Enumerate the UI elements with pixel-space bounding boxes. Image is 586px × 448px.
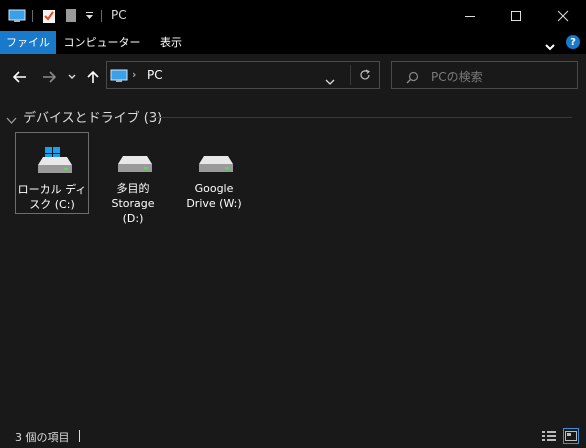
drive-icon [118, 156, 152, 172]
title-bar: PC [0, 0, 586, 31]
title-separator [32, 10, 33, 22]
refresh-button[interactable] [350, 65, 379, 85]
item-count: 3 個の項目 [15, 431, 70, 444]
properties-icon[interactable] [40, 0, 58, 31]
search-icon [406, 69, 419, 88]
tab-file[interactable]: ファイル [0, 31, 56, 54]
maximize-button[interactable] [493, 0, 539, 31]
forward-button[interactable] [39, 66, 59, 88]
drive-item-c[interactable]: ローカル ディ スク (C:) [15, 132, 89, 214]
up-button[interactable] [84, 66, 102, 88]
explorer-window: PC ファイル コンピューター 表示 ? › PC PCの検索 デバイスとドライ… [0, 0, 586, 448]
drive-icon [199, 156, 233, 172]
drive-label-line: ローカル ディ [17, 183, 87, 196]
back-button[interactable] [10, 66, 30, 88]
search-placeholder: PCの検索 [431, 70, 483, 84]
recent-locations-icon[interactable] [66, 66, 78, 88]
drive-label-line: (D:) [122, 212, 144, 225]
status-bar: 3 個の項目 [0, 425, 586, 448]
drive-label-line: スク (C:) [29, 198, 75, 211]
breadcrumb-pc[interactable]: PC [147, 68, 163, 82]
drive-label-line: 多目的 [116, 182, 150, 195]
drive-item-d[interactable]: 多目的 Storage (D:) [96, 132, 170, 225]
drive-label: Google Drive (W:) [177, 181, 251, 211]
breadcrumb-chevron-icon[interactable]: › [132, 68, 136, 81]
address-bar[interactable]: › PC [106, 61, 380, 89]
window-title: PC [111, 8, 127, 22]
drive-label: ローカル ディ スク (C:) [16, 182, 88, 212]
group-divider [150, 117, 572, 118]
details-view-icon [542, 431, 556, 441]
close-button[interactable] [540, 0, 586, 31]
search-box[interactable]: PCの検索 [391, 61, 578, 89]
status-separator [79, 430, 80, 442]
refresh-icon [360, 69, 371, 80]
details-view-button[interactable] [541, 428, 557, 444]
pc-icon [110, 68, 128, 87]
group-header[interactable]: デバイスとドライブ (3) [23, 107, 162, 126]
quick-access-dropdown-icon[interactable] [82, 0, 96, 31]
new-folder-icon[interactable] [63, 0, 79, 31]
address-history-dropdown-icon[interactable] [325, 71, 335, 90]
ribbon-bar: ファイル コンピューター 表示 ? [0, 31, 586, 54]
large-icons-view-button[interactable] [563, 428, 579, 444]
drive-label-line: Google [194, 182, 234, 195]
windows-drive-icon [38, 147, 72, 173]
minimize-button[interactable] [447, 0, 493, 31]
pc-icon[interactable] [6, 0, 28, 31]
drive-item-w[interactable]: Google Drive (W:) [177, 132, 251, 214]
drive-label: 多目的 Storage (D:) [96, 181, 170, 226]
drive-label-line: Drive (W:) [186, 197, 242, 210]
large-icons-view-icon [565, 431, 577, 441]
group-collapse-icon[interactable] [6, 110, 17, 129]
tab-computer[interactable]: コンピューター [60, 31, 144, 54]
tab-view[interactable]: 表示 [150, 31, 192, 54]
help-icon[interactable]: ? [566, 35, 580, 49]
title-separator [101, 10, 102, 22]
drive-label-line: Storage [111, 197, 155, 210]
